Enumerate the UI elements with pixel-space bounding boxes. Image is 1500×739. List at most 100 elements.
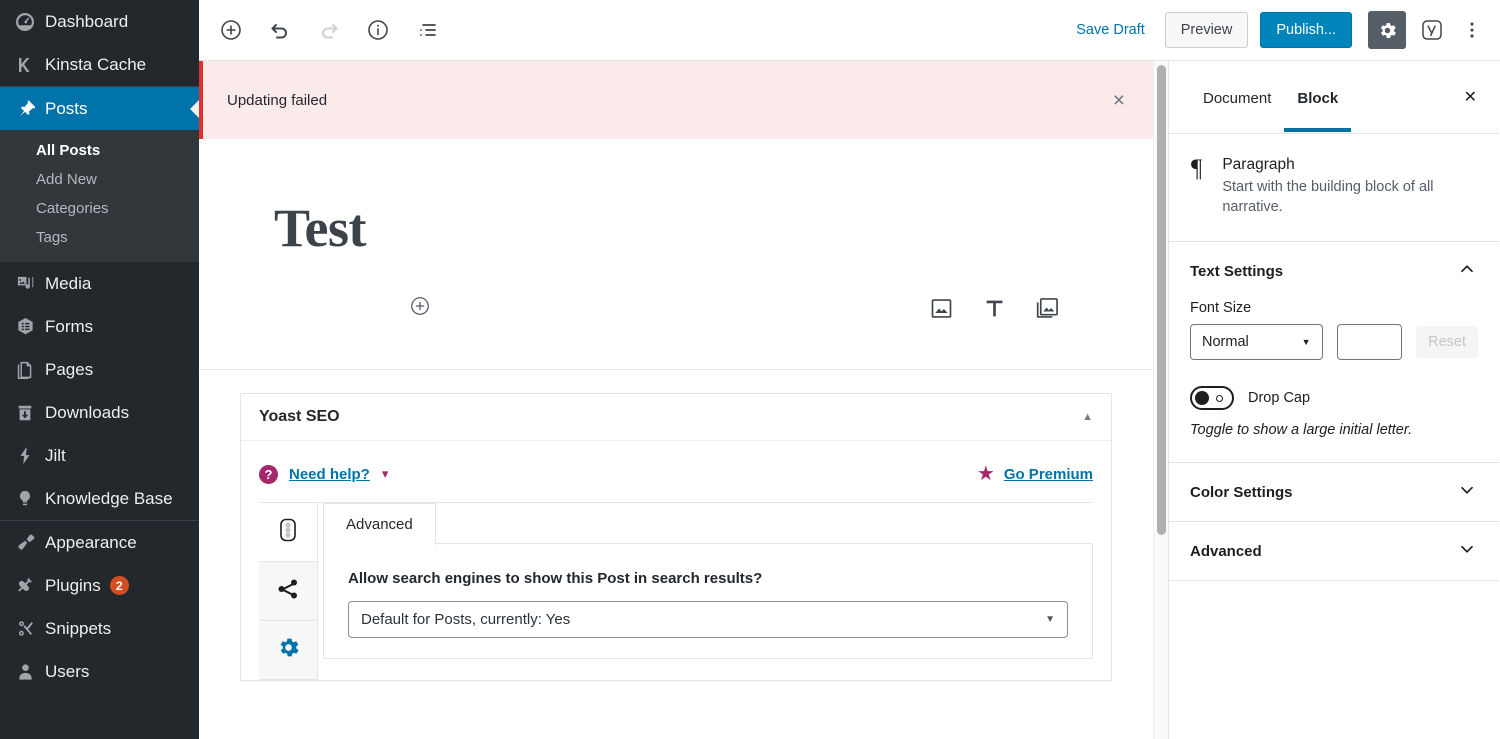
- scrollbar-thumb[interactable]: [1157, 65, 1166, 535]
- tabstrip-filler: [436, 503, 1093, 544]
- yoast-tab-social[interactable]: [259, 562, 317, 621]
- inline-add-block-icon[interactable]: [409, 295, 431, 322]
- content-divider: [199, 369, 1153, 370]
- color-settings-section: Color Settings: [1169, 463, 1499, 522]
- traffic-light-icon: [277, 517, 299, 548]
- kinsta-icon: [10, 53, 40, 77]
- wordpress-editor-app: Dashboard Kinsta Cache Posts All Posts A…: [0, 0, 1500, 739]
- advanced-section: Advanced: [1169, 522, 1499, 581]
- star-icon: ★: [977, 464, 995, 484]
- post-title[interactable]: Test: [199, 139, 1153, 255]
- post-editing-area: Test: [199, 139, 1153, 681]
- user-icon: [10, 660, 40, 684]
- text-settings-header[interactable]: Text Settings: [1169, 242, 1499, 300]
- settings-gear-icon[interactable]: [1368, 11, 1406, 49]
- content-info-icon[interactable]: [360, 12, 396, 48]
- toggle-off-marker: [1216, 395, 1223, 402]
- chevron-down-icon[interactable]: ▾: [382, 466, 389, 482]
- posts-submenu: All Posts Add New Categories Tags: [0, 130, 199, 262]
- font-size-value: Normal: [1202, 334, 1249, 350]
- sidebar-item-media[interactable]: Media: [0, 262, 199, 305]
- active-menu-arrow: [190, 100, 199, 118]
- sidebar-item-forms[interactable]: Forms: [0, 305, 199, 348]
- more-options-icon[interactable]: [1454, 12, 1490, 48]
- font-size-select[interactable]: Normal ▼: [1190, 324, 1323, 360]
- block-info-card: ¶ Paragraph Start with the building bloc…: [1169, 134, 1499, 242]
- sidebar-item-jilt[interactable]: Jilt: [0, 434, 199, 477]
- editor-body: Updating failed × Test: [199, 61, 1500, 739]
- submenu-item-add-new[interactable]: Add New: [0, 165, 199, 194]
- yoast-active-tab-label[interactable]: Advanced: [323, 503, 436, 545]
- font-size-custom-input[interactable]: [1337, 324, 1403, 360]
- sidebar-item-label: Snippets: [45, 620, 111, 637]
- image-block-icon[interactable]: [928, 295, 955, 322]
- need-help-link[interactable]: Need help?: [289, 466, 370, 483]
- paragraph-block-icon[interactable]: [981, 295, 1008, 322]
- drop-cap-toggle[interactable]: [1190, 386, 1234, 410]
- content-scrollbar[interactable]: [1153, 61, 1168, 739]
- notice-dismiss-icon[interactable]: ×: [1107, 86, 1131, 115]
- save-draft-button[interactable]: Save Draft: [1072, 16, 1149, 44]
- tab-document[interactable]: Document: [1190, 64, 1284, 131]
- jilt-icon: [10, 444, 40, 468]
- advanced-header[interactable]: Advanced: [1169, 522, 1499, 580]
- tab-block[interactable]: Block: [1284, 64, 1351, 131]
- notice-message: Updating failed: [227, 92, 327, 109]
- settings-sidebar: Document Block ✕ ¶ Paragraph Start with …: [1168, 61, 1499, 739]
- submenu-item-tags[interactable]: Tags: [0, 223, 199, 252]
- color-settings-header[interactable]: Color Settings: [1169, 463, 1499, 521]
- chevron-up-icon: [1456, 258, 1478, 284]
- sidebar-item-appearance[interactable]: Appearance: [0, 521, 199, 564]
- sidebar-item-dashboard[interactable]: Dashboard: [0, 0, 199, 43]
- sidebar-item-snippets[interactable]: Snippets: [0, 607, 199, 650]
- color-settings-title: Color Settings: [1190, 484, 1293, 501]
- error-notice: Updating failed ×: [199, 61, 1153, 139]
- media-icon: [10, 272, 40, 296]
- yoast-metabox-title: Yoast SEO: [259, 408, 340, 426]
- chevron-down-icon: [1456, 538, 1478, 564]
- yoast-help-row: ? Need help? ▾ ★ Go Premium: [259, 456, 1093, 502]
- collapse-up-icon[interactable]: ▲: [1082, 411, 1093, 423]
- publish-button[interactable]: Publish...: [1260, 12, 1352, 48]
- share-icon: [276, 577, 300, 606]
- yoast-seo-icon[interactable]: [1414, 12, 1450, 48]
- toggle-knob: [1195, 391, 1209, 405]
- yoast-tab-seo[interactable]: [259, 503, 317, 562]
- sidebar-item-kinsta-cache[interactable]: Kinsta Cache: [0, 43, 199, 86]
- default-block-appender: [199, 255, 1153, 322]
- sidebar-item-users[interactable]: Users: [0, 650, 199, 693]
- go-premium-link[interactable]: Go Premium: [1004, 466, 1093, 483]
- plugins-update-badge: 2: [110, 576, 129, 595]
- sidebar-item-knowledge-base[interactable]: Knowledge Base: [0, 477, 199, 520]
- block-navigation-icon[interactable]: [409, 12, 445, 48]
- question-mark-icon: ?: [259, 465, 278, 484]
- sidebar-item-plugins[interactable]: Plugins 2: [0, 564, 199, 607]
- submenu-item-all-posts[interactable]: All Posts: [0, 136, 199, 165]
- search-engines-field-label: Allow search engines to show this Post i…: [348, 570, 1068, 587]
- add-block-icon[interactable]: [213, 12, 249, 48]
- yoast-metabox-header[interactable]: Yoast SEO ▲: [241, 394, 1111, 441]
- submenu-item-categories[interactable]: Categories: [0, 194, 199, 223]
- sidebar-item-posts[interactable]: Posts: [0, 87, 199, 130]
- sidebar-item-label: Forms: [45, 318, 93, 335]
- search-engines-select[interactable]: Default for Posts, currently: Yes ▼: [348, 601, 1068, 638]
- gallery-block-icon[interactable]: [1034, 295, 1061, 322]
- sidebar-item-label: Appearance: [45, 534, 137, 551]
- sidebar-item-label: Dashboard: [45, 13, 128, 30]
- preview-button[interactable]: Preview: [1165, 12, 1249, 48]
- yoast-metabox-body: ? Need help? ▾ ★ Go Premium: [241, 441, 1111, 680]
- block-name: Paragraph: [1222, 156, 1477, 174]
- yoast-metabox: Yoast SEO ▲ ? Need help? ▾ ★ Go Premium: [240, 393, 1112, 681]
- close-sidebar-icon[interactable]: ✕: [1458, 81, 1483, 113]
- yoast-tab-advanced[interactable]: [259, 621, 317, 680]
- sidebar-item-pages[interactable]: Pages: [0, 348, 199, 391]
- sidebar-item-label: Plugins: [45, 577, 101, 594]
- editor-header: Save Draft Preview Publish...: [199, 0, 1500, 61]
- sidebar-item-downloads[interactable]: Downloads: [0, 391, 199, 434]
- font-size-reset-button[interactable]: Reset: [1416, 326, 1478, 358]
- redo-icon[interactable]: [311, 12, 347, 48]
- undo-icon[interactable]: [262, 12, 298, 48]
- sidebar-item-label: Posts: [45, 100, 88, 117]
- sidebar-item-label: Users: [45, 663, 89, 680]
- sidebar-item-label: Kinsta Cache: [45, 56, 146, 73]
